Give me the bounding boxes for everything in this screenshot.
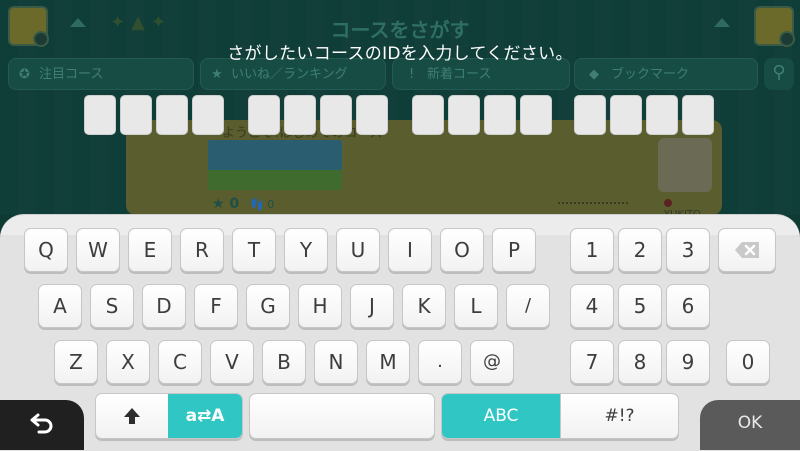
key-o[interactable]: O <box>440 228 484 272</box>
back-button[interactable] <box>0 400 84 450</box>
tab-label: いいね／ランキング <box>231 67 348 82</box>
id-char-box[interactable] <box>248 95 280 135</box>
mode-symbols-button[interactable]: #!? <box>560 394 678 438</box>
key-slash[interactable]: / <box>506 284 550 328</box>
id-char-box[interactable] <box>448 95 480 135</box>
key-w[interactable]: W <box>76 228 120 272</box>
input-mode-switch: ABC #!? <box>441 393 679 439</box>
key-l[interactable]: L <box>454 284 498 328</box>
key-x[interactable]: X <box>106 340 150 384</box>
creator-mii-avatar <box>658 138 712 192</box>
key-i[interactable]: I <box>388 228 432 272</box>
key-2[interactable]: 2 <box>618 228 662 272</box>
course-thumbnail <box>208 140 342 190</box>
key-d[interactable]: D <box>142 284 186 328</box>
key-period[interactable]: . <box>418 340 462 384</box>
space-key[interactable] <box>249 393 435 439</box>
ok-button[interactable]: OK <box>700 400 800 450</box>
id-char-box[interactable] <box>192 95 224 135</box>
key-n[interactable]: N <box>314 340 358 384</box>
plays-count: 👣 0 <box>250 198 275 211</box>
key-r[interactable]: R <box>180 228 224 272</box>
key-u[interactable]: U <box>336 228 380 272</box>
course-stats: ★ 0 👣 0 <box>212 196 274 212</box>
key-4[interactable]: 4 <box>570 284 614 328</box>
key-t[interactable]: T <box>232 228 276 272</box>
key-3[interactable]: 3 <box>666 228 710 272</box>
key-0[interactable]: 0 <box>726 340 770 384</box>
key-c[interactable]: C <box>158 340 202 384</box>
key-6[interactable]: 6 <box>666 284 710 328</box>
key-h[interactable]: H <box>298 284 342 328</box>
key-5[interactable]: 5 <box>618 284 662 328</box>
shift-button[interactable] <box>96 394 168 438</box>
key-1[interactable]: 1 <box>570 228 614 272</box>
key-s[interactable]: S <box>90 284 134 328</box>
id-char-box[interactable] <box>610 95 642 135</box>
key-a[interactable]: A <box>38 284 82 328</box>
id-char-box[interactable] <box>156 95 188 135</box>
shift-arrow-icon <box>124 408 140 424</box>
undo-arrow-icon <box>30 413 53 434</box>
key-at[interactable]: @ <box>470 340 514 384</box>
id-char-box[interactable] <box>356 95 388 135</box>
id-char-box[interactable] <box>84 95 116 135</box>
key-8[interactable]: 8 <box>618 340 662 384</box>
key-v[interactable]: V <box>210 340 254 384</box>
tab-label: 新着コース <box>427 67 492 82</box>
backspace-icon <box>735 242 759 258</box>
tab-label: ブックマーク <box>611 67 690 82</box>
key-7[interactable]: 7 <box>570 340 614 384</box>
id-char-box[interactable] <box>646 95 678 135</box>
key-p[interactable]: P <box>492 228 536 272</box>
key-j[interactable]: J <box>350 284 394 328</box>
id-char-box[interactable] <box>284 95 316 135</box>
likes-count: ★ 0 <box>212 196 240 212</box>
key-m[interactable]: M <box>366 340 410 384</box>
key-q[interactable]: Q <box>24 228 68 272</box>
case-controls: a⇄A <box>95 393 243 439</box>
id-char-box[interactable] <box>412 95 444 135</box>
backspace-key[interactable] <box>718 228 776 272</box>
key-y[interactable]: Y <box>284 228 328 272</box>
key-b[interactable]: B <box>262 340 306 384</box>
id-char-box[interactable] <box>682 95 714 135</box>
clear-rate-bar <box>558 202 628 208</box>
case-toggle-button[interactable]: a⇄A <box>168 394 242 438</box>
id-char-box[interactable] <box>120 95 152 135</box>
tab-label: 注目コース <box>39 67 104 82</box>
key-k[interactable]: K <box>402 284 446 328</box>
country-flag-icon <box>664 199 672 207</box>
id-char-box[interactable] <box>320 95 352 135</box>
key-f[interactable]: F <box>194 284 238 328</box>
key-e[interactable]: E <box>128 228 172 272</box>
key-9[interactable]: 9 <box>666 340 710 384</box>
key-z[interactable]: Z <box>54 340 98 384</box>
id-char-box[interactable] <box>484 95 516 135</box>
key-g[interactable]: G <box>246 284 290 328</box>
id-entry-prompt: さがしたいコースのIDを入力してください。 <box>227 44 573 64</box>
id-char-box[interactable] <box>520 95 552 135</box>
id-char-box[interactable] <box>574 95 606 135</box>
mode-abc-button[interactable]: ABC <box>442 394 560 438</box>
